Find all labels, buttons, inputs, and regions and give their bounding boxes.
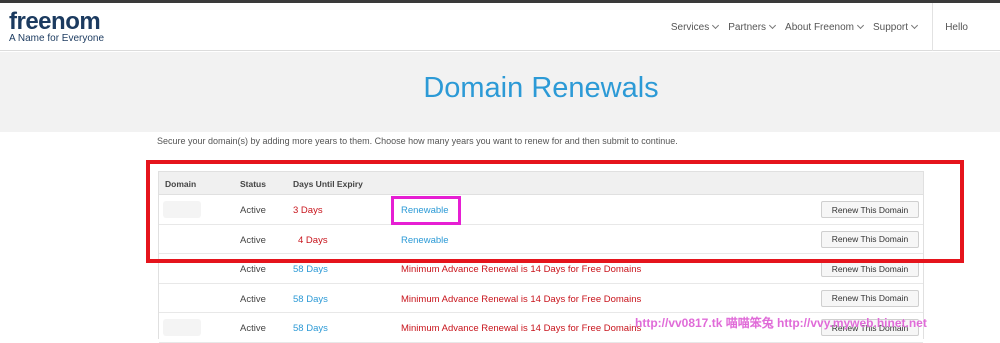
chevron-down-icon	[712, 21, 720, 30]
page-hero: Domain Renewals	[0, 52, 1000, 132]
renewal-note: Minimum Advance Renewal is 14 Days for F…	[401, 264, 642, 276]
renew-domain-button[interactable]: Renew This Domain	[821, 289, 919, 307]
watermark-text: http://vv0817.tk 喵喵笨兔 http://vvy.myweb.h…	[635, 316, 927, 330]
nav-label: Services	[670, 21, 710, 33]
chevron-down-icon	[768, 21, 777, 30]
page-title: Domain Renewals	[423, 72, 659, 104]
user-greeting[interactable]: Hello	[945, 3, 968, 51]
chevron-down-icon	[856, 21, 865, 30]
status-text: Active	[240, 293, 266, 305]
domain-name-redacted	[163, 319, 201, 337]
logo-wordmark: freenom	[9, 8, 101, 35]
nav-item-partners[interactable]: Partners	[723, 22, 780, 33]
table-row: Active 58 Days Minimum Advance Renewal i…	[159, 284, 923, 314]
nav-label: Partners	[728, 21, 767, 33]
intro-text: Secure your domain(s) by adding more yea…	[157, 136, 678, 146]
days-until-expiry: 58 Days	[293, 293, 328, 305]
status-text: Active	[240, 264, 266, 276]
nav-label: Support	[872, 21, 908, 33]
highlight-renewable-link	[391, 196, 461, 225]
main-nav: Services Partners About Freenom Support	[666, 3, 922, 51]
days-until-expiry: 58 Days	[293, 323, 328, 335]
highlight-renewable-rows	[146, 160, 964, 263]
nav-item-support[interactable]: Support	[868, 22, 922, 33]
freenom-logo[interactable]: freenom A Name for Everyone	[9, 10, 104, 45]
nav-item-about[interactable]: About Freenom	[780, 22, 868, 33]
renewal-note: Minimum Advance Renewal is 14 Days for F…	[401, 293, 642, 305]
site-header: freenom A Name for Everyone Services Par…	[0, 3, 1000, 51]
status-text: Active	[240, 323, 266, 335]
nav-item-services[interactable]: Services	[666, 22, 723, 33]
nav-divider	[932, 3, 933, 51]
renewal-note: Minimum Advance Renewal is 14 Days for F…	[401, 323, 642, 335]
logo-tagline: A Name for Everyone	[9, 33, 105, 44]
chevron-down-icon	[910, 21, 919, 30]
days-until-expiry: 58 Days	[293, 264, 328, 276]
nav-label: About Freenom	[785, 21, 854, 33]
